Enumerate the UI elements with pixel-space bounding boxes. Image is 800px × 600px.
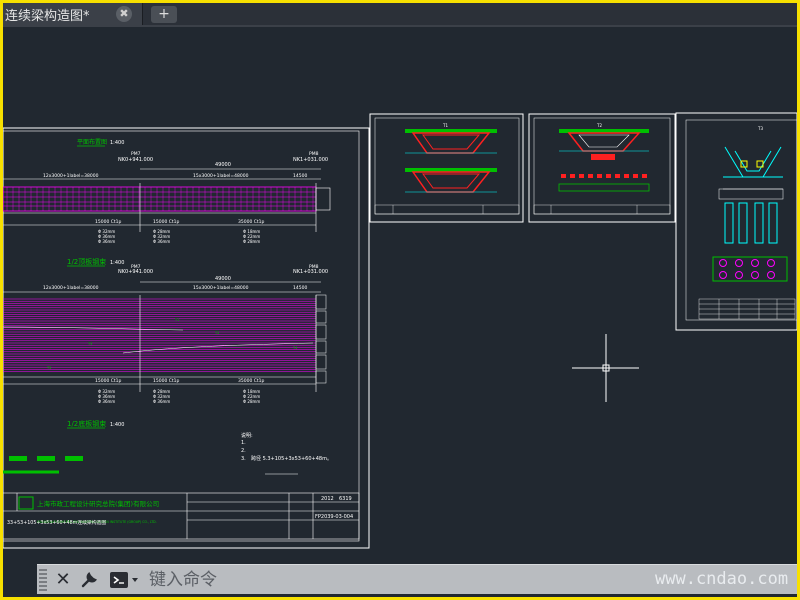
project-line: 33+53+105+3x53+60+48m连续梁构造图 <box>7 519 106 526</box>
tendon-elevation <box>3 298 316 372</box>
svg-text:T4: T4 <box>292 346 298 350</box>
svg-text:NK1+031.000: NK1+031.000 <box>293 269 328 275</box>
notes-block: 说明: 1. 2. 3. 跨径 5.3+105+3x53+60+48m。 <box>241 432 332 462</box>
svg-text:Φ 28mm: Φ 28mm <box>243 399 260 404</box>
note-1: 1. <box>241 440 246 446</box>
sheet1-title: T1 <box>442 123 448 128</box>
drawing-number: FP2039-03-004 <box>315 514 353 520</box>
sheet-small-1: T1 <box>369 113 524 223</box>
svg-text:Φ 28mm: Φ 28mm <box>243 239 260 244</box>
plan-ticks <box>6 187 314 211</box>
dim-row1-a: 12x3000+1label=38000 <box>43 173 99 179</box>
dim-row2-a: 12x3000+1label=38000 <box>43 285 99 291</box>
drawing-year: 2012 <box>321 496 334 502</box>
half-scale-1: 1:400 <box>110 260 124 266</box>
svg-text:Φ 36mm: Φ 36mm <box>98 239 115 244</box>
sheet3-pier-elevation <box>718 146 784 244</box>
file-tab-bar: 连续梁构造图* ✖ + <box>3 3 797 25</box>
svg-text:15000 Ct1p: 15000 Ct1p <box>95 378 122 384</box>
dim-row2-c: 14500 <box>293 285 307 291</box>
note-4: 跨径 5.3+105+3x53+60+48m。 <box>251 455 332 462</box>
command-close-icon[interactable]: ✕ <box>53 569 73 591</box>
sheet3-table <box>698 298 796 320</box>
sheet2-bar-marks <box>561 174 647 178</box>
legend-swatches <box>3 456 83 474</box>
svg-text:T2: T2 <box>214 331 219 335</box>
model-space-canvas[interactable]: 平面布置图 1:400 PM7 NK0+941.000 PM8 NK1+031.… <box>3 27 797 597</box>
note-3: 3. <box>241 456 246 462</box>
autocad-window: 连续梁构造图* ✖ + 平面布置图 1:400 PM7 NK0+941.000 … <box>3 3 797 597</box>
svg-text:Φ 36mm: Φ 36mm <box>98 399 115 404</box>
watermark-text: www.cndao.com <box>655 569 789 589</box>
svg-text:15000 Ct1p: 15000 Ct1p <box>153 378 180 384</box>
half-title-2: 1/2底板钢束 <box>67 419 106 428</box>
command-input[interactable] <box>149 568 549 592</box>
svg-text:35000 Ct1p: 35000 Ct1p <box>238 378 265 384</box>
half-title-1: 1/2顶板钢束 <box>67 257 106 266</box>
span-total-1: 49000 <box>215 162 231 168</box>
svg-text:T1: T1 <box>174 318 179 322</box>
command-line-grip[interactable] <box>39 569 47 591</box>
station-1: NK0+941.000 <box>118 157 153 163</box>
sheet1-section-bottom <box>405 168 497 193</box>
plan-dim-c: 35000 Ct1p <box>238 219 265 225</box>
plan-hatch-lines <box>3 191 316 207</box>
svg-text:NK0+941.000: NK0+941.000 <box>118 269 153 275</box>
note-heading: 说明: <box>241 432 253 439</box>
new-tab-button[interactable]: + <box>151 6 177 23</box>
cad-drawing: 平面布置图 1:400 PM7 NK0+941.000 PM8 NK1+031.… <box>3 112 797 549</box>
plan-dim-b: 15000 Ct1p <box>153 219 180 225</box>
company-logo <box>18 496 34 510</box>
main-sheet: 平面布置图 1:400 PM7 NK0+941.000 PM8 NK1+031.… <box>3 127 370 549</box>
tab-close-icon[interactable]: ✖ <box>116 6 132 22</box>
company-name: 上海市政工程设计研究总院(集团)有限公司 <box>37 499 159 508</box>
dim-row2-b: 15x3000+1label=48000 <box>193 285 249 291</box>
svg-text:49000: 49000 <box>215 276 231 282</box>
right-dim-boxes <box>315 294 327 384</box>
note-2: 2. <box>241 448 246 454</box>
sheet-small-3: T3 <box>675 112 797 331</box>
dim-row1-b: 15x3000+1label=48000 <box>193 173 249 179</box>
recent-commands-button[interactable] <box>109 570 141 590</box>
sheet1-section-top <box>405 129 497 154</box>
plan-dim-a: 15000 Ct1p <box>95 219 122 225</box>
crosshair-cursor <box>572 334 639 402</box>
dim-row1-c: 14500 <box>293 173 307 179</box>
svg-text:Φ 36mm: Φ 36mm <box>153 239 170 244</box>
sheet2-title: T2 <box>596 123 602 128</box>
plan-scale: 1:400 <box>110 140 124 146</box>
section-bar-notes: Φ 32mmΦ 36mmΦ 36mm Φ 28mmΦ 32mmΦ 36mm Φ … <box>98 389 260 404</box>
svg-text:T3: T3 <box>87 342 92 346</box>
svg-text:T5: T5 <box>46 366 51 370</box>
station-2: NK1+031.000 <box>293 157 328 163</box>
sheet3-pile-plan <box>712 256 788 282</box>
svg-text:Φ 36mm: Φ 36mm <box>153 399 170 404</box>
file-tab-title: 连续梁构造图* <box>5 9 90 24</box>
sheet-small-2: T2 <box>528 113 676 223</box>
plan-title: 平面布置图 <box>77 138 107 146</box>
file-tab-active[interactable]: 连续梁构造图* ✖ <box>3 3 143 25</box>
sheet3-title: T3 <box>757 126 763 131</box>
month-code: 6319 <box>339 496 352 502</box>
wrench-icon[interactable] <box>79 570 99 590</box>
half-scale-2: 1:400 <box>110 422 124 428</box>
tendon-tags: T1 T2 T3 T4 T5 <box>46 318 298 370</box>
plan-bar-notes: Φ 32mmΦ 36mmΦ 36mm Φ 28mmΦ 32mmΦ 36mm Φ … <box>98 229 260 244</box>
